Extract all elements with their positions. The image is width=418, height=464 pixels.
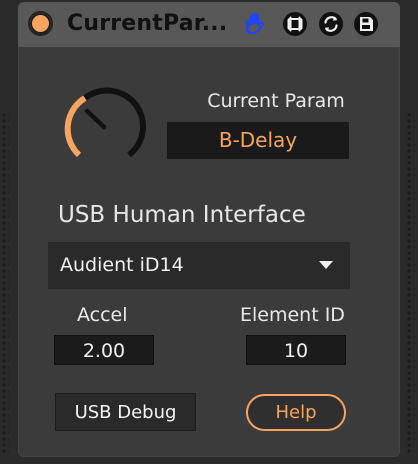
map-icon[interactable] bbox=[281, 10, 309, 38]
save-icon[interactable] bbox=[352, 10, 380, 38]
chevron-down-icon-svg bbox=[319, 261, 333, 269]
parameter-knob[interactable] bbox=[58, 81, 150, 173]
right-grip-dots bbox=[406, 112, 414, 454]
current-param-value: B-Delay bbox=[167, 122, 349, 159]
save-icon-svg bbox=[354, 12, 378, 36]
help-button[interactable]: Help bbox=[246, 394, 346, 431]
map-icon-svg bbox=[283, 12, 307, 36]
hand-icon-svg bbox=[245, 12, 265, 35]
usb-device-select-value: Audient iD14 bbox=[60, 254, 184, 276]
sync-icon-svg bbox=[319, 12, 343, 36]
usb-debug-button[interactable]: USB Debug bbox=[55, 393, 196, 431]
current-param-device: CurrentPar... Current Param B-Delay USB … bbox=[18, 2, 400, 457]
parameter-knob-svg bbox=[64, 87, 146, 158]
element-id-label: Element ID bbox=[240, 304, 345, 326]
usb-human-interface-heading: USB Human Interface bbox=[58, 202, 306, 228]
max-device-stage: CurrentPar... Current Param B-Delay USB … bbox=[0, 0, 418, 464]
chevron-down-icon bbox=[318, 259, 334, 271]
accel-label: Accel bbox=[77, 304, 128, 326]
left-grip-dots bbox=[1, 112, 9, 454]
sync-icon[interactable] bbox=[317, 10, 345, 38]
usb-device-select[interactable]: Audient iD14 bbox=[48, 242, 350, 289]
element-id-number-box[interactable]: 10 bbox=[246, 335, 346, 365]
device-title: CurrentPar... bbox=[67, 11, 228, 36]
hand-icon[interactable] bbox=[242, 10, 270, 38]
device-power-button[interactable] bbox=[28, 11, 53, 36]
current-param-label: Current Param bbox=[207, 90, 345, 112]
accel-number-box[interactable]: 2.00 bbox=[54, 335, 154, 365]
device-title-bar: CurrentPar... bbox=[18, 2, 400, 47]
